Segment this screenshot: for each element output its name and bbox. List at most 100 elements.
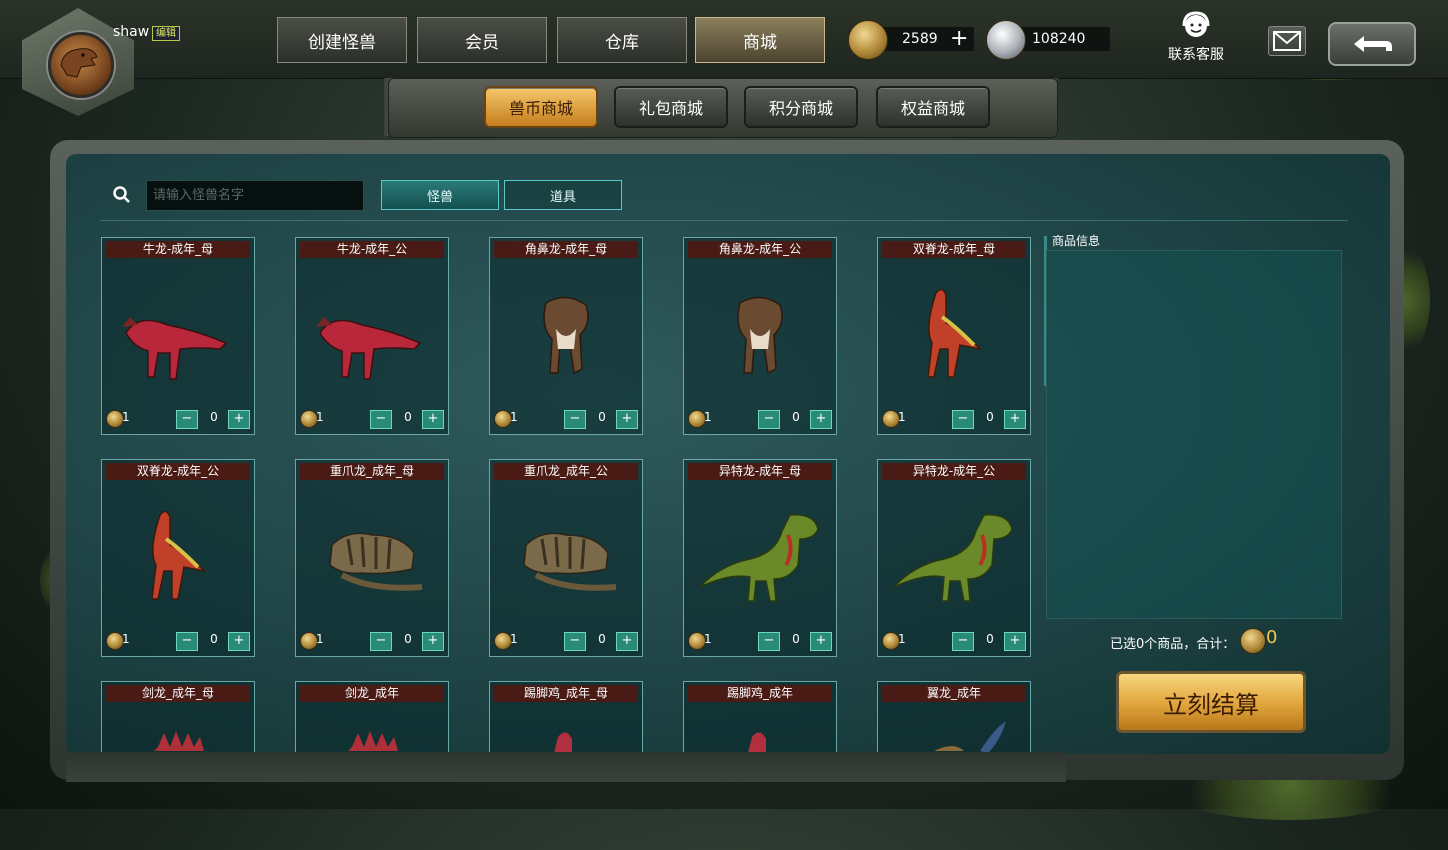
decrease-quantity-button[interactable]: − (370, 632, 392, 651)
product-price: 1 (704, 410, 712, 424)
product-price: 1 (316, 410, 324, 424)
dinosaur-baryonyx-icon (523, 532, 617, 591)
product-name: 异特龙-成年_公 (882, 463, 1026, 480)
product-controls: 1 −0 + (878, 408, 1030, 430)
product-card[interactable]: 双脊龙-成年_公 1 −0 + (101, 459, 255, 657)
product-card[interactable]: 重爪龙_成年_母 1 −0 + (295, 459, 449, 657)
increase-quantity-button[interactable]: + (810, 410, 832, 429)
tab-points-shop[interactable]: 积分商城 (744, 86, 858, 128)
product-name: 双脊龙-成年_母 (882, 241, 1026, 258)
product-controls: 1 −0 + (878, 630, 1030, 652)
dinosaur-carnotaurus-icon (316, 317, 422, 380)
decrease-quantity-button[interactable]: − (758, 410, 780, 429)
nav-warehouse[interactable]: 仓库 (557, 17, 687, 63)
product-name: 剑龙_成年 (300, 685, 444, 702)
tab-gift-pack-shop[interactable]: 礼包商城 (614, 86, 728, 128)
product-quantity: 0 (986, 632, 994, 646)
gold-coin-icon (1240, 628, 1266, 654)
product-card[interactable]: 角鼻龙-成年_公 1 −0 + (683, 237, 837, 435)
customer-service-label: 联系客服 (1168, 47, 1224, 63)
tab-rights-shop[interactable]: 权益商城 (876, 86, 990, 128)
product-name: 重爪龙_成年_母 (300, 463, 444, 480)
dinosaur-baryonyx-icon (329, 532, 423, 591)
checkout-button[interactable]: 立刻结算 (1116, 671, 1306, 733)
product-quantity: 0 (986, 410, 994, 424)
panel-bottom-edge (66, 752, 1066, 782)
increase-quantity-button[interactable]: + (616, 632, 638, 651)
t-rex-head-icon (60, 48, 98, 78)
increase-quantity-button[interactable]: + (616, 410, 638, 429)
filter-tab-monsters[interactable]: 怪兽 (381, 180, 499, 210)
decrease-quantity-button[interactable]: − (564, 410, 586, 429)
increase-quantity-button[interactable]: + (810, 632, 832, 651)
dinosaur-ceratosaurus-icon (543, 296, 589, 375)
product-quantity: 0 (210, 410, 218, 424)
dinosaur-allosaurus-icon (893, 514, 1013, 602)
nav-membership[interactable]: 会员 (417, 17, 547, 63)
avatar[interactable] (48, 32, 114, 98)
product-card[interactable]: 踢脚鸡_成年 (683, 681, 837, 762)
monster-search-input[interactable] (146, 180, 364, 211)
product-card[interactable]: 牛龙-成年_母 1 −0 + (101, 237, 255, 435)
edit-name-button[interactable]: 编辑 (152, 26, 180, 41)
product-price: 1 (510, 410, 518, 424)
product-name: 角鼻龙-成年_母 (494, 241, 638, 258)
decrease-quantity-button[interactable]: − (952, 410, 974, 429)
username: shaw (113, 24, 150, 40)
product-name: 牛龙-成年_母 (106, 241, 250, 258)
product-name: 角鼻龙-成年_公 (688, 241, 832, 258)
decrease-quantity-button[interactable]: − (176, 410, 198, 429)
back-button[interactable] (1328, 22, 1416, 66)
dinosaur-carnotaurus-icon (122, 317, 228, 380)
product-card[interactable]: 剑龙_成年_母 (101, 681, 255, 762)
product-price: 1 (898, 410, 906, 424)
total-amount: 0 (1266, 627, 1278, 648)
product-card[interactable]: 异特龙-成年_公 1 −0 + (877, 459, 1031, 657)
dinosaur-allosaurus-icon (699, 514, 819, 602)
product-card[interactable]: 牛龙-成年_公 1 −0 + (295, 237, 449, 435)
nav-create-monster[interactable]: 创建怪兽 (277, 17, 407, 63)
product-card[interactable]: 剑龙_成年 (295, 681, 449, 762)
dinosaur-dilophosaurus-icon (151, 510, 207, 600)
dinosaur-ceratosaurus-icon (737, 296, 783, 375)
selection-summary: 已选0个商品，合计： (1110, 637, 1236, 652)
product-name: 踢脚鸡_成年 (688, 685, 832, 702)
increase-quantity-button[interactable]: + (422, 410, 444, 429)
increase-quantity-button[interactable]: + (228, 410, 250, 429)
silver-amount: 108240 (1032, 31, 1086, 47)
decrease-quantity-button[interactable]: − (564, 632, 586, 651)
product-info-box (1046, 250, 1342, 619)
decrease-quantity-button[interactable]: − (952, 632, 974, 651)
product-card[interactable]: 重爪龙_成年_公 1 −0 + (489, 459, 643, 657)
decrease-quantity-button[interactable]: − (176, 632, 198, 651)
decrease-quantity-button[interactable]: − (758, 632, 780, 651)
product-controls: 1 −0 + (490, 408, 642, 430)
product-name: 重爪龙_成年_公 (494, 463, 638, 480)
increase-quantity-button[interactable]: + (1004, 632, 1026, 651)
product-card[interactable]: 踢脚鸡_成年_母 (489, 681, 643, 762)
increase-quantity-button[interactable]: + (1004, 410, 1026, 429)
product-price: 1 (898, 632, 906, 646)
product-card[interactable]: 异特龙-成年_母 1 −0 + (683, 459, 837, 657)
increase-quantity-button[interactable]: + (422, 632, 444, 651)
customer-service-button[interactable]: 联系客服 (1160, 10, 1232, 64)
product-card[interactable]: 双脊龙-成年_母 1 −0 + (877, 237, 1031, 435)
product-card[interactable]: 角鼻龙-成年_母 1 −0 + (489, 237, 643, 435)
product-name: 翼龙_成年 (882, 685, 1026, 702)
product-card[interactable]: 翼龙_成年 (877, 681, 1031, 762)
product-quantity: 0 (404, 410, 412, 424)
add-gold-button[interactable]: + (950, 28, 968, 50)
product-quantity: 0 (598, 410, 606, 424)
nav-shop[interactable]: 商城 (695, 17, 825, 63)
gold-amount: 2589 (902, 31, 938, 47)
product-quantity: 0 (210, 632, 218, 646)
product-name: 异特龙-成年_母 (688, 463, 832, 480)
filter-tab-items[interactable]: 道具 (504, 180, 622, 210)
increase-quantity-button[interactable]: + (228, 632, 250, 651)
search-icon[interactable] (112, 185, 132, 205)
decrease-quantity-button[interactable]: − (370, 410, 392, 429)
tab-beast-coin-shop[interactable]: 兽币商城 (484, 86, 598, 128)
mail-button[interactable] (1268, 26, 1306, 56)
product-price: 1 (704, 632, 712, 646)
dinosaur-dilophosaurus-icon (927, 288, 983, 378)
